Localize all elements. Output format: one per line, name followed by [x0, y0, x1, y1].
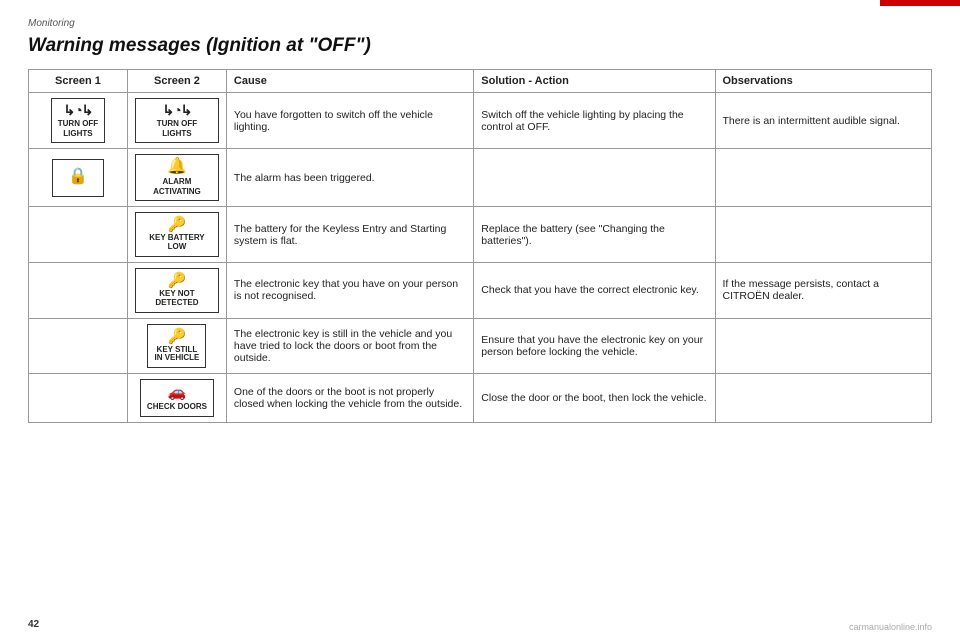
table-row: 🔑 KEY NOT DETECTED The electronic key th…	[29, 262, 932, 318]
screen2-cell: ↳◔↳ TURN OFF LIGHTS	[127, 93, 226, 149]
screen1-cell: 🔒	[29, 149, 128, 207]
col-header-observations: Observations	[715, 70, 932, 93]
lights-icon: ↳◔↳	[64, 103, 93, 117]
screen2-cell: 🔔 ALARM ACTIVATING	[127, 149, 226, 207]
section-label: Monitoring	[28, 18, 932, 29]
top-accent-bar	[880, 0, 960, 6]
screen2-cell: 🔑 KEY STILLIN VEHICLE	[127, 318, 226, 374]
alarm-icon: 🔒	[68, 169, 88, 185]
icon-label: KEY NOT DETECTED	[142, 290, 212, 308]
observation-cell: There is an intermittent audible signal.	[715, 93, 932, 149]
icon-box: 🔑 KEY NOT DETECTED	[135, 268, 219, 313]
cause-cell: You have forgotten to switch off the veh…	[226, 93, 473, 149]
icon-label: ALARM ACTIVATING	[142, 177, 212, 196]
page-title: Warning messages (Ignition at "OFF")	[28, 35, 932, 57]
screen1-cell	[29, 207, 128, 263]
solution-cell: Switch off the vehicle lighting by placi…	[474, 93, 715, 149]
icon-box: 🔒	[52, 159, 104, 197]
observation-cell	[715, 318, 932, 374]
col-header-screen2: Screen 2	[127, 70, 226, 93]
observation-cell	[715, 374, 932, 423]
icon-box: 🔑 KEY BATTERY LOW	[135, 212, 219, 257]
solution-cell: Ensure that you have the electronic key …	[474, 318, 715, 374]
cause-cell: The battery for the Keyless Entry and St…	[226, 207, 473, 263]
icon-box: 🔔 ALARM ACTIVATING	[135, 154, 219, 201]
col-header-cause: Cause	[226, 70, 473, 93]
observation-cell	[715, 149, 932, 207]
observation-cell: If the message persists, contact a CITRO…	[715, 262, 932, 318]
key-icon: 🔑	[168, 273, 187, 288]
table-row: 🚗 CHECK DOORS One of the doors or the bo…	[29, 374, 932, 423]
solution-cell: Check that you have the correct electron…	[474, 262, 715, 318]
icon-box: 🚗 CHECK DOORS	[140, 379, 214, 417]
icon-label: CHECK DOORS	[147, 402, 207, 412]
icon-box: 🔑 KEY STILLIN VEHICLE	[147, 324, 206, 369]
cause-cell: The electronic key that you have on your…	[226, 262, 473, 318]
key-icon: 🔑	[168, 217, 187, 232]
icon-label: KEY STILLIN VEHICLE	[154, 346, 199, 364]
screen2-cell: 🚗 CHECK DOORS	[127, 374, 226, 423]
lights-icon: ↳◔↳	[162, 103, 191, 117]
table-row: ↳◔↳ TURN OFFLIGHTS ↳◔↳ TURN OFF LIGHTS Y…	[29, 93, 932, 149]
table-row: 🔒 🔔 ALARM ACTIVATING The alarm has been …	[29, 149, 932, 207]
table-row: 🔑 KEY STILLIN VEHICLE The electronic key…	[29, 318, 932, 374]
icon-label: KEY BATTERY LOW	[142, 234, 212, 252]
page-number: 42	[28, 619, 39, 630]
solution-cell: Close the door or the boot, then lock th…	[474, 374, 715, 423]
warning-table: Screen 1 Screen 2 Cause Solution - Actio…	[28, 69, 932, 423]
screen1-cell: ↳◔↳ TURN OFFLIGHTS	[29, 93, 128, 149]
cause-cell: One of the doors or the boot is not prop…	[226, 374, 473, 423]
car-door-icon: 🚗	[168, 385, 187, 400]
icon-label: TURN OFF LIGHTS	[142, 119, 212, 138]
watermark: carmanualonline.info	[849, 622, 932, 632]
cause-cell: The electronic key is still in the vehic…	[226, 318, 473, 374]
solution-cell: Replace the battery (see "Changing the b…	[474, 207, 715, 263]
screen1-cell	[29, 262, 128, 318]
icon-label: TURN OFFLIGHTS	[58, 119, 98, 138]
screen1-cell	[29, 374, 128, 423]
solution-cell	[474, 149, 715, 207]
icon-box: ↳◔↳ TURN OFF LIGHTS	[135, 98, 219, 143]
table-row: 🔑 KEY BATTERY LOW The battery for the Ke…	[29, 207, 932, 263]
icon-box: ↳◔↳ TURN OFFLIGHTS	[51, 98, 105, 143]
col-header-screen1: Screen 1	[29, 70, 128, 93]
col-header-solution: Solution - Action	[474, 70, 715, 93]
screen2-cell: 🔑 KEY NOT DETECTED	[127, 262, 226, 318]
observation-cell	[715, 207, 932, 263]
key-icon: 🔑	[168, 329, 187, 344]
alarm-activating-icon: 🔔	[167, 159, 187, 175]
cause-cell: The alarm has been triggered.	[226, 149, 473, 207]
screen1-cell	[29, 318, 128, 374]
screen2-cell: 🔑 KEY BATTERY LOW	[127, 207, 226, 263]
